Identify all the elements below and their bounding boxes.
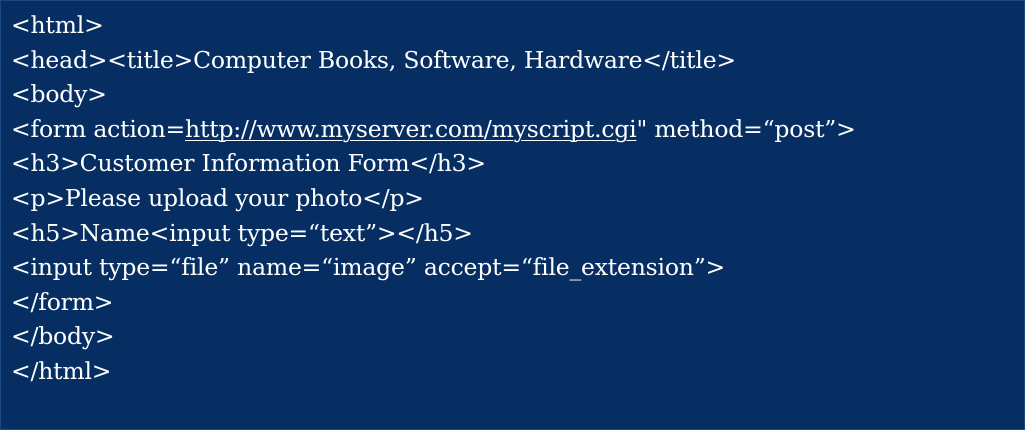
code-line-head-title: <head><title>Computer Books, Software, H… — [11, 45, 736, 74]
html-code-listing: <html> <head><title>Computer Books, Soft… — [11, 8, 856, 389]
form-method-suffix: " method=“post”> — [636, 114, 856, 143]
form-action-prefix: <form action= — [11, 114, 186, 143]
form-action-url-link[interactable]: http://www.myserver.com/myscript.cgi — [185, 115, 637, 143]
code-line-html-open: <html> — [11, 11, 104, 39]
code-line-body-open: <body> — [11, 80, 107, 109]
code-line-form-open: <form action=http://www.myserver.com/mys… — [11, 112, 856, 147]
code-slide: <html> <head><title>Computer Books, Soft… — [0, 0, 1025, 430]
code-line-paragraph: <p>Please upload your photo</p> — [11, 183, 424, 212]
code-line-form-close: </form> — [11, 287, 114, 316]
code-line-html-close: </html> — [11, 356, 112, 385]
code-line-h3: <h3>Customer Information Form</h3> — [11, 149, 486, 178]
code-line-body-close: </body> — [11, 322, 115, 351]
code-line-file-input: <input type=“file” name=“image” accept=“… — [11, 253, 726, 282]
code-line-h5-name-input: <h5>Name<input type=“text”></h5> — [11, 218, 473, 247]
